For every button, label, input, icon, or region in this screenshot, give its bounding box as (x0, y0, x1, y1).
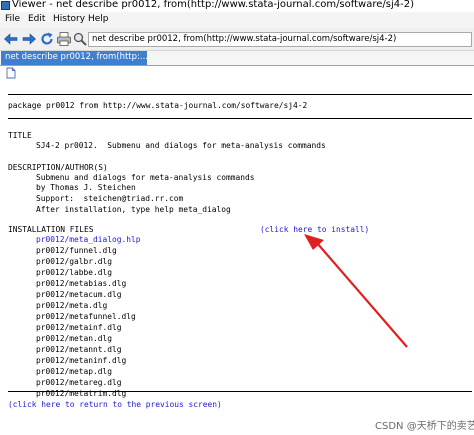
installation-heading: INSTALLATION FILES (8, 225, 94, 234)
menu-bar: File Edit History Help (0, 12, 474, 28)
file-item: pr0012/metafunnel.dlg (36, 312, 136, 321)
file-item: pr0012/metap.dlg (36, 367, 113, 376)
file-item: pr0012/metannt.dlg (36, 345, 122, 354)
refresh-icon[interactable] (39, 31, 55, 47)
watermark: CSDN @天桥下的卖艺者 (375, 421, 474, 432)
install-link[interactable]: (click here to install) (260, 225, 369, 234)
file-item: pr0012/metareg.dlg (36, 378, 122, 387)
command-input[interactable]: net describe pr0012, from(http://www.sta… (88, 32, 472, 47)
title-bar: Viewer - net describe pr0012, from(http:… (0, 0, 474, 12)
search-icon[interactable] (72, 31, 88, 47)
menu-history[interactable]: History (53, 14, 85, 24)
viewer-content: package pr0012 from http://www.stata-jou… (0, 80, 474, 435)
forward-arrow-icon[interactable] (21, 31, 37, 47)
description-heading: DESCRIPTION/AUTHOR(S) (8, 163, 108, 172)
menu-file[interactable]: File (5, 14, 20, 24)
divider-bottom (8, 391, 472, 392)
package-line: package pr0012 from http://www.stata-jou… (8, 101, 308, 110)
description-line: by Thomas J. Steichen (36, 183, 136, 192)
file-item: pr0012/metaninf.dlg (36, 356, 127, 365)
file-link[interactable]: pr0012/meta_dialog.hlp (36, 235, 141, 244)
tab-net-describe[interactable]: net describe pr0012, from(http:... (1, 51, 147, 65)
back-arrow-icon[interactable] (3, 31, 19, 47)
window-title: Viewer - net describe pr0012, from(http:… (12, 0, 414, 10)
return-link[interactable]: (click here to return to the previous sc… (8, 400, 222, 409)
title-heading: TITLE (8, 131, 32, 140)
description-line: Submenu and dialogs for meta-analysis co… (36, 173, 255, 182)
divider-under-package (8, 118, 472, 119)
tab-strip: net describe pr0012, from(http:... (0, 51, 474, 66)
viewer-subtoolbar (0, 66, 474, 80)
file-item: pr0012/labbe.dlg (36, 268, 113, 277)
stata-app-icon (1, 1, 10, 10)
file-item: pr0012/metainf.dlg (36, 323, 122, 332)
title-text: SJ4-2 pr0012. Submenu and dialogs for me… (36, 141, 326, 150)
menu-edit[interactable]: Edit (28, 14, 45, 24)
file-item: pr0012/galbr.dlg (36, 257, 113, 266)
document-icon[interactable] (5, 67, 17, 79)
file-item: pr0012/metabias.dlg (36, 279, 127, 288)
divider-top (8, 94, 472, 95)
file-item: pr0012/meta.dlg (36, 301, 108, 310)
print-icon[interactable] (56, 31, 72, 47)
description-line: Support: steichen@triad.rr.com (36, 194, 184, 203)
file-item: pr0012/metan.dlg (36, 334, 113, 343)
file-item: pr0012/metacum.dlg (36, 290, 122, 299)
menu-help[interactable]: Help (88, 14, 109, 24)
file-item: pr0012/funnel.dlg (36, 246, 117, 255)
description-line: After installation, type help meta_dialo… (36, 205, 231, 214)
toolbar: net describe pr0012, from(http://www.sta… (0, 28, 474, 51)
